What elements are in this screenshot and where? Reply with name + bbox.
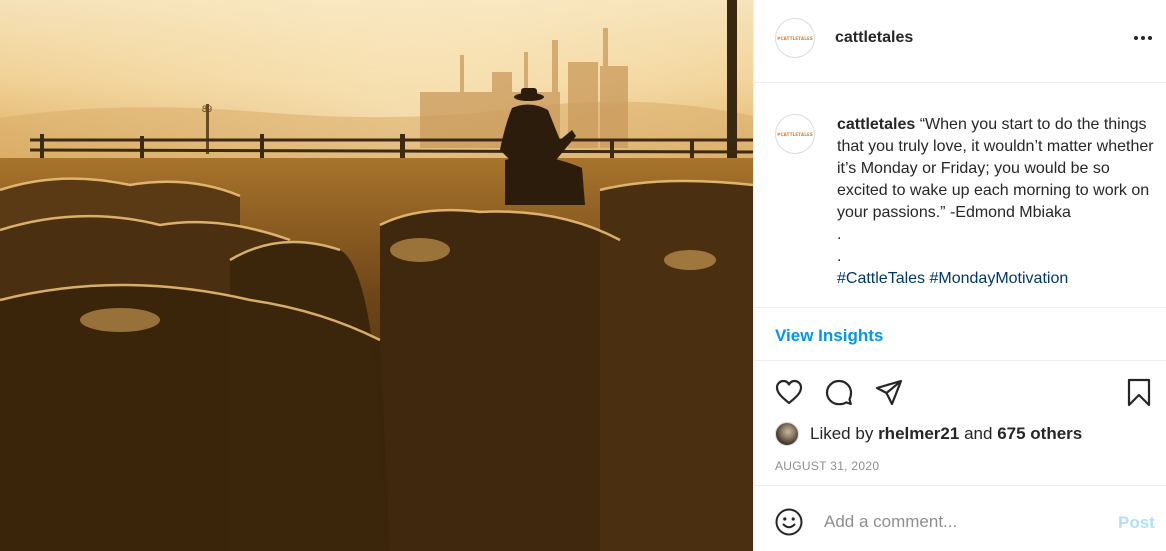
hashtag-link[interactable]: #CattleTales (837, 270, 925, 287)
post-side-panel: #CATTLETALES cattletales #CATTLETALES ca… (753, 0, 1166, 551)
liker-avatar[interactable] (775, 422, 799, 446)
hashtag-link[interactable]: #MondayMotivation (930, 270, 1069, 287)
comment-input[interactable] (824, 508, 1104, 536)
pen-sign: 89 (202, 104, 212, 114)
post-caption: cattletales “When you start to do the th… (837, 114, 1157, 290)
caption-avatar[interactable]: #CATTLETALES (775, 114, 815, 154)
brand-logo: #CATTLETALES (777, 35, 813, 41)
caption-section[interactable]: #CATTLETALES cattletales “When you start… (754, 84, 1166, 308)
brand-logo: #CATTLETALES (777, 131, 813, 137)
account-avatar[interactable]: #CATTLETALES (775, 18, 815, 58)
header-username[interactable]: cattletales (835, 29, 913, 47)
likes-summary: Liked by rhelmer21 and 675 others (775, 421, 1082, 447)
post-photo[interactable]: 89 (0, 0, 753, 551)
comment-icon[interactable] (824, 377, 854, 407)
more-options-icon[interactable] (1131, 28, 1155, 48)
post-date[interactable]: AUGUST 31, 2020 (775, 459, 879, 473)
caption-username[interactable]: cattletales (837, 116, 915, 133)
likes-prefix: Liked by (810, 424, 874, 443)
post-actions: Liked by rhelmer21 and 675 others AUGUST… (754, 362, 1166, 486)
heart-icon[interactable] (774, 377, 804, 407)
likes-count-link[interactable]: 675 others (997, 424, 1082, 444)
likes-connector: and (964, 424, 993, 443)
view-insights-link[interactable]: View Insights (775, 326, 883, 346)
caption-dot: . (837, 248, 842, 265)
liker-username[interactable]: rhelmer21 (878, 424, 959, 444)
post-header: #CATTLETALES cattletales (754, 0, 1166, 83)
emoji-icon[interactable] (774, 507, 804, 537)
photo-scene: 89 (0, 0, 753, 551)
caption-dot: . (837, 226, 842, 243)
share-icon[interactable] (874, 377, 904, 407)
post-comment-button[interactable]: Post (1118, 513, 1155, 533)
comment-box: Post (754, 487, 1166, 551)
insights-bar: View Insights (754, 309, 1166, 361)
bookmark-icon[interactable] (1124, 377, 1154, 407)
